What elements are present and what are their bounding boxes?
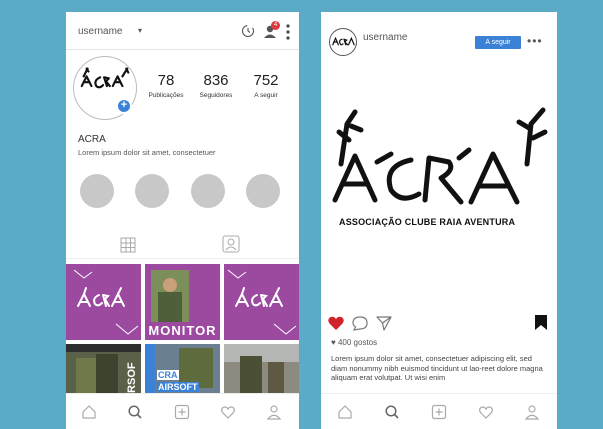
profile-screen: username ▾ 4 + 78 Publicações 836 Seguid… xyxy=(66,12,299,429)
more-options-icon[interactable]: ••• xyxy=(527,34,543,48)
home-icon[interactable] xyxy=(81,404,97,420)
rsof-label: IRSOF xyxy=(126,362,138,396)
username-dropdown[interactable]: username xyxy=(78,26,122,37)
profile-icon[interactable] xyxy=(524,404,540,420)
add-post-icon[interactable] xyxy=(431,404,447,420)
profile-top-bar: username ▾ 4 xyxy=(66,12,299,50)
history-icon[interactable] xyxy=(241,24,255,38)
following-stat[interactable]: 752 A seguir xyxy=(246,72,286,99)
like-heart-icon[interactable] xyxy=(327,315,345,331)
menu-icon[interactable] xyxy=(286,24,290,40)
profile-bio: Lorem ipsum dolor sit amet, consectetuer xyxy=(78,148,216,157)
story-highlight[interactable] xyxy=(135,174,169,208)
profile-name: ACRA xyxy=(78,134,106,145)
portrait-photo xyxy=(151,270,189,322)
posts-count: 78 xyxy=(157,72,175,89)
bottom-navigation xyxy=(321,393,557,429)
acra-logo xyxy=(227,269,297,335)
likes-text: 400 gostos xyxy=(337,338,378,347)
posts-stat[interactable]: 78 Publicações xyxy=(148,72,184,99)
chevron-down-icon[interactable]: ▾ xyxy=(138,26,142,35)
story-highlight[interactable] xyxy=(80,174,114,208)
posts-label: Publicações xyxy=(148,92,184,99)
bookmark-icon[interactable] xyxy=(534,314,548,331)
acra-logo xyxy=(332,107,548,205)
follow-button[interactable]: A seguir xyxy=(475,36,521,49)
add-story-button[interactable]: + xyxy=(116,98,132,114)
profile-icon[interactable] xyxy=(266,404,282,420)
search-icon[interactable] xyxy=(384,404,400,420)
followers-label: Seguidores xyxy=(199,92,233,99)
monitor-label: MONITOR xyxy=(148,323,217,338)
share-icon[interactable] xyxy=(375,314,393,332)
following-label: A seguir xyxy=(254,92,278,99)
acra-logo xyxy=(332,36,355,46)
heart-icon[interactable] xyxy=(478,404,494,420)
heart-icon[interactable] xyxy=(220,404,236,420)
home-icon[interactable] xyxy=(337,404,353,420)
comment-icon[interactable] xyxy=(351,315,369,331)
acra-logo xyxy=(73,269,139,335)
logo-subtitle: ASSOCIAÇÃO CLUBE RAIA AVENTURA xyxy=(339,217,516,227)
post-author-avatar[interactable] xyxy=(329,28,357,56)
tabs-divider xyxy=(66,258,299,259)
followers-stat[interactable]: 836 Seguidores xyxy=(196,72,236,99)
post-thumbnail[interactable] xyxy=(224,344,299,396)
post-username[interactable]: username xyxy=(363,32,407,43)
bottom-navigation xyxy=(66,393,299,429)
search-icon[interactable] xyxy=(127,404,143,420)
notification-badge: 4 xyxy=(271,21,280,30)
post-thumbnail[interactable]: MONITOR xyxy=(145,264,220,340)
airsoft-label: AIRSOFT xyxy=(157,382,199,392)
post-thumbnail[interactable] xyxy=(66,264,141,340)
post-thumbnail[interactable]: IRSOF xyxy=(66,344,141,396)
followers-count: 836 xyxy=(203,72,229,89)
post-caption: Lorem ipsum dolor sit amet, consectetuer… xyxy=(331,354,543,382)
cra-label: CRA xyxy=(157,370,179,380)
post-thumbnail[interactable] xyxy=(224,264,299,340)
grid-view-icon[interactable] xyxy=(120,237,136,253)
following-count: 752 xyxy=(253,72,279,89)
story-highlight[interactable] xyxy=(246,174,280,208)
post-screen: username A seguir ••• ASSOCIAÇÃO CLUBE R… xyxy=(321,12,557,429)
likes-count[interactable]: ♥ 400 gostos xyxy=(331,338,377,347)
story-highlight[interactable] xyxy=(191,174,225,208)
tagged-photos-icon[interactable] xyxy=(222,235,240,253)
add-post-icon[interactable] xyxy=(174,404,190,420)
post-thumbnail[interactable]: CRA AIRSOFT xyxy=(145,344,220,396)
heart-small-icon: ♥ xyxy=(331,338,336,347)
